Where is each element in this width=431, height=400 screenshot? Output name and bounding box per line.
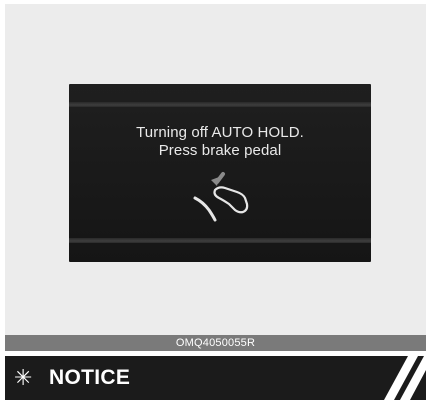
display-message-line2: Press brake pedal — [158, 142, 282, 159]
notice-title: NOTICE — [49, 366, 131, 389]
display-message-line1: Turning off AUTO HOLD. — [136, 124, 304, 141]
figure-code-caption: OMQ4050055R — [5, 335, 426, 351]
display-divider-top — [69, 102, 371, 107]
asterisk-icon: ✳ — [14, 365, 33, 390]
figure-panel: Turning off AUTO HOLD. Press brake pedal — [5, 4, 426, 335]
diagonal-stripes-decoration — [384, 356, 426, 400]
brake-pedal-icon — [193, 172, 249, 222]
manual-page: Turning off AUTO HOLD. Press brake pedal… — [0, 0, 431, 400]
display-divider-bottom — [69, 238, 371, 243]
cluster-display: Turning off AUTO HOLD. Press brake pedal — [69, 84, 371, 262]
notice-header: ✳ NOTICE — [5, 356, 426, 400]
